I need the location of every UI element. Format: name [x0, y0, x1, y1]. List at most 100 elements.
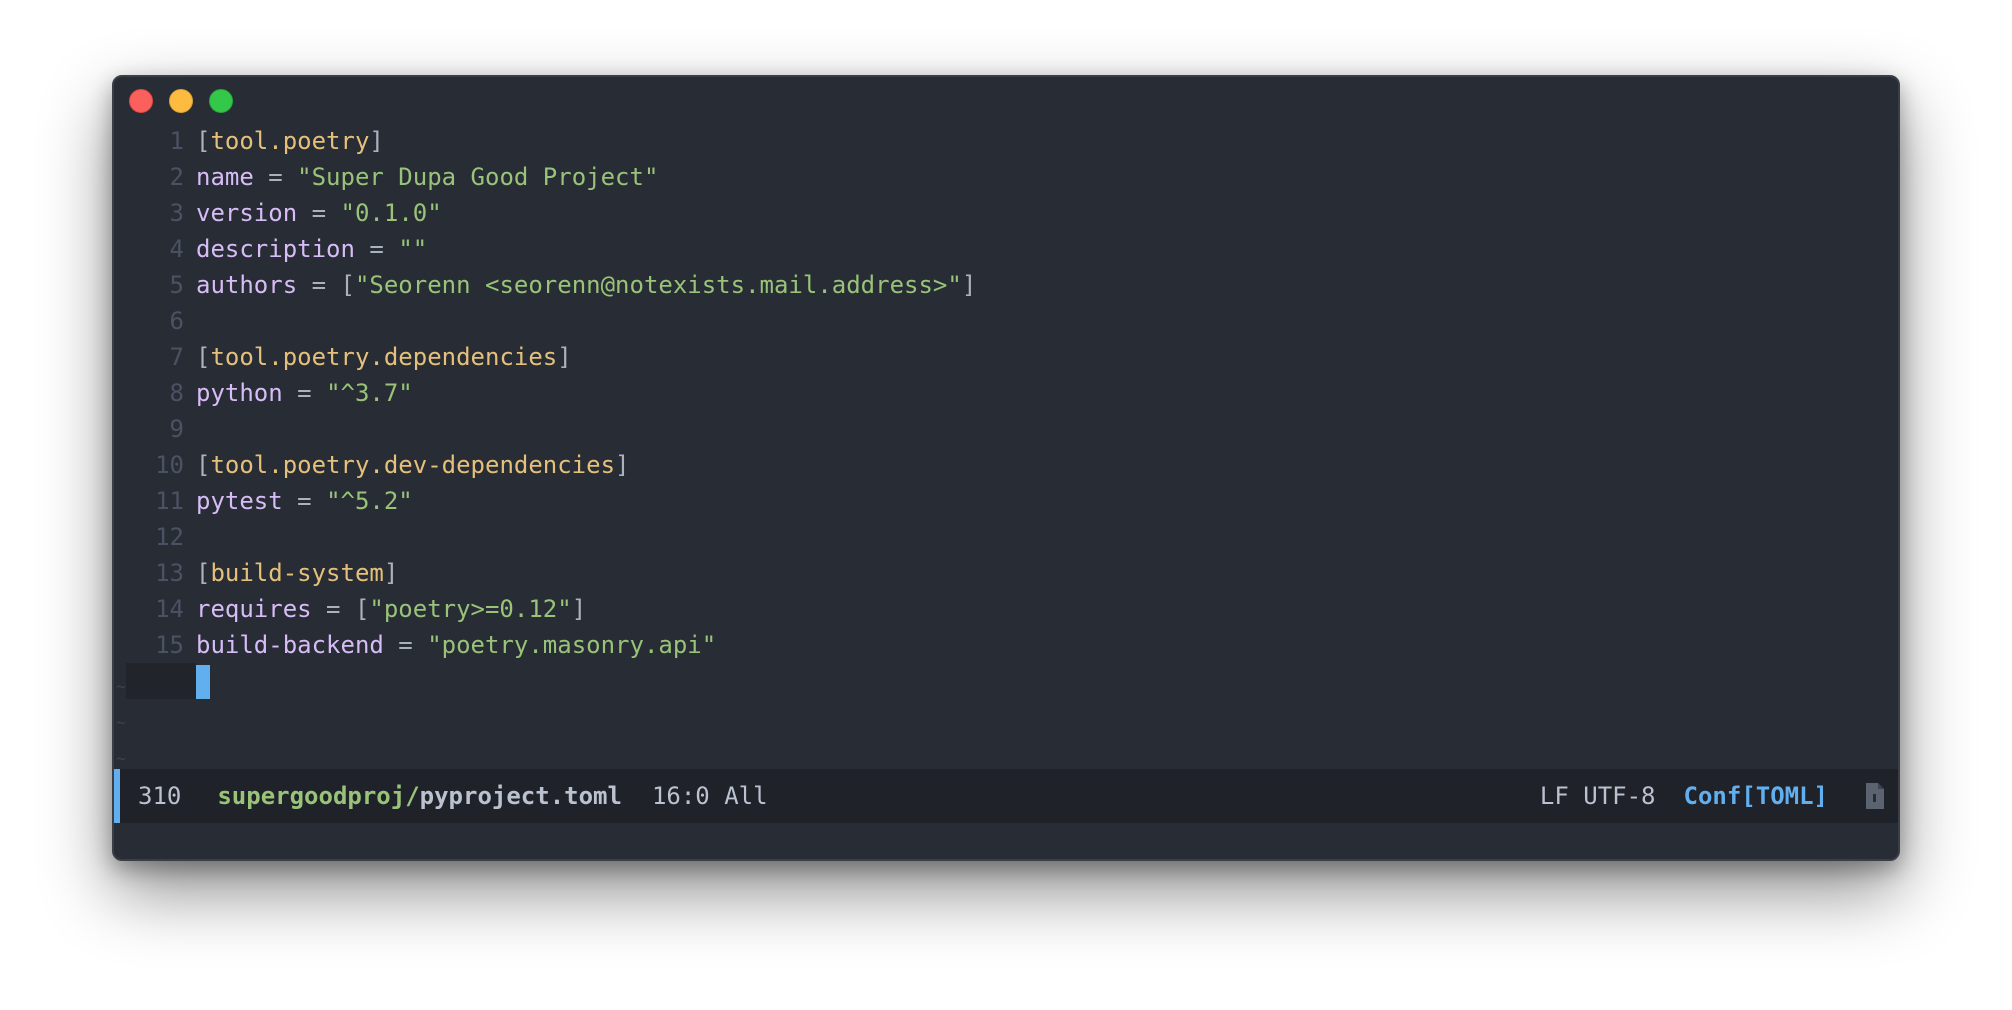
code-line[interactable]: 12 [114, 519, 1898, 555]
code-line[interactable]: 2 name = "Super Dupa Good Project" [114, 159, 1898, 195]
code-text: [tool.poetry] [184, 123, 384, 159]
minimize-window-button[interactable] [169, 89, 193, 113]
line-number: 13 [155, 559, 184, 587]
line-number: 1 [169, 127, 184, 155]
token-bracket: ] [615, 451, 630, 479]
token-bracket: ] [557, 343, 572, 371]
token-key: tool.poetry.dependencies [210, 343, 558, 371]
line-number: 7 [169, 343, 184, 371]
minibuffer[interactable] [114, 823, 1898, 859]
token-op: ] [571, 595, 587, 623]
token-key: build-system [210, 559, 384, 587]
code-line[interactable]: 6 [114, 303, 1898, 339]
code-line[interactable]: 3 version = "0.1.0" [114, 195, 1898, 231]
token-op: = [ [311, 595, 370, 623]
token-name: requires [196, 595, 312, 623]
line-number: 5 [169, 271, 184, 299]
token-op: = [297, 199, 341, 227]
status-accent-bar [114, 769, 120, 823]
status-bar: 310 supergoodproj/pyproject.toml 16:0 Al… [114, 769, 1898, 823]
line-number: 12 [155, 523, 184, 551]
token-bracket: ] [369, 127, 384, 155]
token-str: "Super Dupa Good Project" [297, 163, 659, 191]
current-line[interactable] [114, 663, 1898, 699]
token-op: = [282, 487, 327, 515]
token-key: tool.poetry.dev-dependencies [210, 451, 616, 479]
token-bracket: [ [196, 559, 211, 587]
token-str: "" [398, 235, 428, 263]
token-str: "^3.7" [326, 379, 413, 407]
code-text: [tool.poetry.dependencies] [184, 339, 572, 375]
code-line[interactable]: 10 [tool.poetry.dev-dependencies] [114, 447, 1898, 483]
token-op: = [282, 379, 327, 407]
token-op: ] [961, 271, 977, 299]
empty-line-marker: ~ [116, 677, 126, 696]
code-line[interactable]: 14 requires = ["poetry>=0.12"] [114, 591, 1898, 627]
status-right-group: LF UTF-8 Conf[TOML] [1540, 781, 1898, 811]
token-name: version [196, 199, 298, 227]
code-line[interactable]: 9 [114, 411, 1898, 447]
empty-line-marker: ~ [116, 713, 126, 732]
line-number: 15 [155, 631, 184, 659]
token-str: "Seorenn <seorenn@notexists.mail.address… [354, 271, 962, 299]
cursor-position: 16:0 All [651, 782, 768, 810]
code-text: [build-system] [184, 555, 398, 591]
line-number: 4 [169, 235, 184, 263]
text-cursor [196, 665, 210, 699]
line-number: 2 [169, 163, 184, 191]
token-str: "poetry.masonry.api" [427, 631, 717, 659]
code-text: pytest = "^5.2" [184, 483, 413, 519]
file-icon [1862, 781, 1886, 811]
code-line[interactable]: 13 [build-system] [114, 555, 1898, 591]
token-op: = [ [297, 271, 355, 299]
code-text: version = "0.1.0" [184, 195, 442, 231]
major-mode[interactable]: Conf[TOML] [1684, 782, 1829, 810]
code-line[interactable]: 15 build-backend = "poetry.masonry.api" [114, 627, 1898, 663]
file-encoding[interactable]: LF UTF-8 [1540, 782, 1656, 810]
editor-window: 1 [tool.poetry] 2 name = "Super Dupa Good P… [112, 75, 1900, 861]
code-text: [tool.poetry.dev-dependencies] [184, 447, 629, 483]
line-number: 9 [169, 415, 184, 443]
code-text: python = "^3.7" [184, 375, 413, 411]
current-line-gutter [126, 663, 196, 699]
token-name: description [196, 235, 355, 263]
token-str: "poetry>=0.12" [369, 595, 572, 623]
code-text: authors = ["Seorenn <seorenn@notexists.m… [184, 267, 976, 303]
token-bracket: ] [383, 559, 399, 587]
code-editor[interactable]: 1 [tool.poetry] 2 name = "Super Dupa Good P… [114, 123, 1898, 768]
code-line[interactable]: 11 pytest = "^5.2" [114, 483, 1898, 519]
code-text: build-backend = "poetry.masonry.api" [184, 627, 716, 663]
line-number: 6 [169, 307, 184, 335]
token-name: authors [196, 271, 298, 299]
token-name: python [196, 379, 283, 407]
token-bracket: [ [196, 127, 211, 155]
code-line[interactable]: 8 python = "^3.7" [114, 375, 1898, 411]
file-directory: supergoodproj/ [217, 782, 420, 810]
token-name: pytest [196, 487, 283, 515]
token-str: "0.1.0" [340, 199, 442, 227]
token-bracket: [ [196, 451, 211, 479]
line-number: 14 [155, 595, 184, 623]
token-op: = [354, 235, 399, 263]
code-line[interactable]: 1 [tool.poetry] [114, 123, 1898, 159]
code-line[interactable]: 4 description = "" [114, 231, 1898, 267]
maximize-window-button[interactable] [209, 89, 233, 113]
line-count: 310 [138, 782, 182, 810]
code-text: requires = ["poetry>=0.12"] [184, 591, 586, 627]
traffic-lights [129, 89, 233, 113]
token-key: tool.poetry [210, 127, 370, 155]
token-str: "^5.2" [326, 487, 413, 515]
line-number: 11 [155, 487, 184, 515]
code-line[interactable]: 5 authors = ["Seorenn <seorenn@notexists.… [114, 267, 1898, 303]
token-name: build-backend [196, 631, 384, 659]
close-window-button[interactable] [129, 89, 153, 113]
token-op: = [253, 163, 298, 191]
code-text: description = "" [184, 231, 427, 267]
code-line[interactable]: 7 [tool.poetry.dependencies] [114, 339, 1898, 375]
line-number: 8 [169, 379, 184, 407]
line-number: 10 [155, 451, 184, 479]
token-op: = [383, 631, 428, 659]
